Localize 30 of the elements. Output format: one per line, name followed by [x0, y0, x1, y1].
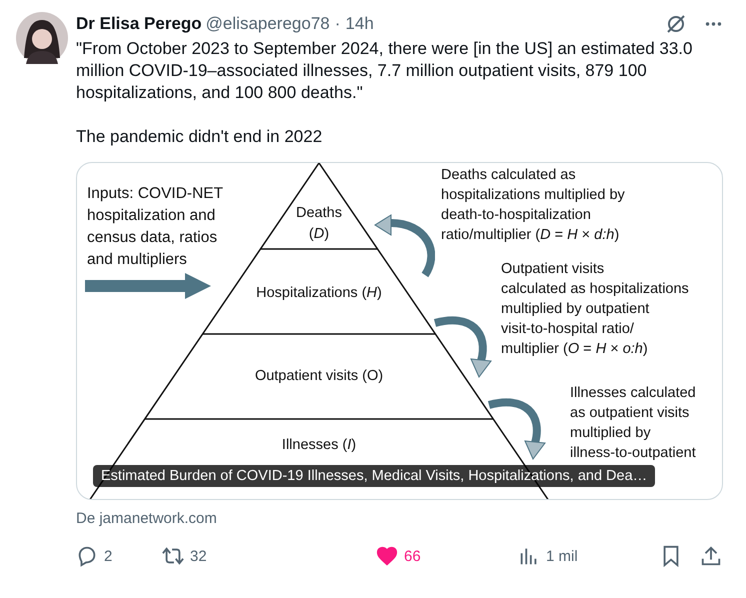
post-text: "From October 2023 to September 2024, there were [in the US] an estimated 33.0 million COVID-19–associated illnesses, 7.7 million outpatient visits, 879 100 hospitalizations, and 100 800 deaths.": [76, 38, 694, 104]
author-handle[interactable]: @elisaperego78: [206, 14, 330, 34]
author-name[interactable]: Dr Elisa Perego: [76, 14, 202, 34]
inputs-label: Inputs: COVID-NET hospitalization and census data, ratios and multipliers: [87, 184, 224, 270]
image-caption: Estimated Burden of COVID-19 Illnesses, Medical Visits, Hospitalizations, and Dea…: [93, 465, 656, 487]
avatar[interactable]: [16, 12, 68, 64]
note-text: Illnesses calculated as outpatient visits multiplied by illness-to-outpatient: [570, 384, 696, 463]
source-link[interactable]: De jamanetwork.com: [76, 510, 730, 527]
action-count: 2: [104, 548, 112, 564]
arrow-icon: [85, 273, 211, 299]
separator-dot: ·: [334, 14, 340, 34]
share-icon[interactable]: [700, 545, 722, 567]
action-count: 66: [404, 548, 421, 564]
reply-icon[interactable]: [76, 545, 98, 567]
level-label: Outpatient visits (O): [254, 367, 384, 386]
heart-icon[interactable]: [376, 545, 398, 567]
slashed-circle-icon[interactable]: [665, 13, 687, 35]
action-count: 32: [190, 548, 207, 564]
action-count: 1 mil: [546, 548, 578, 564]
post-time[interactable]: 14h: [345, 14, 374, 34]
more-icon[interactable]: [705, 21, 722, 27]
curved-arrow: [373, 213, 435, 279]
level-label: Hospitalizations (H): [255, 284, 383, 303]
post-text: The pandemic didn't end in 2022: [76, 126, 324, 148]
level-label: Deaths (D): [295, 204, 343, 244]
figure-card[interactable]: [76, 162, 723, 500]
note-text: Outpatient visits calculated as hospitalizations multiplied by outpatient visit-to-hospital ratio/ multiplier (O = H × o:h): [501, 260, 689, 359]
level-label: Illnesses (I): [280, 436, 358, 455]
repost-icon[interactable]: [162, 545, 184, 567]
note-text: Deaths calculated as hospitalizations multiplied by death-to-hospitalization ratio/multiplier (D = H × d:h): [441, 166, 625, 245]
